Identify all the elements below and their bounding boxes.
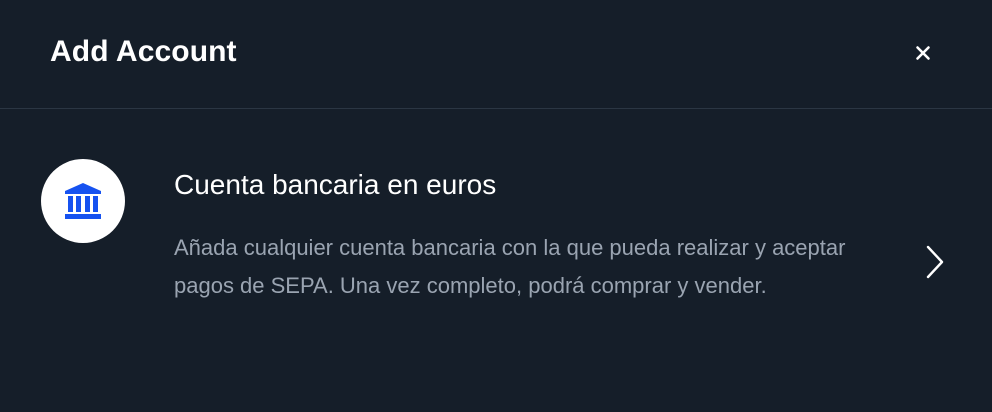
close-button[interactable] <box>906 36 940 70</box>
option-description: Añada cualquier cuenta bancaria con la q… <box>174 235 846 298</box>
euro-bank-account-option[interactable]: Cuenta bancaria en euros Añada cualquier… <box>0 140 992 360</box>
header-divider <box>0 108 992 109</box>
chevron-right-icon <box>924 244 946 280</box>
close-icon <box>916 46 930 60</box>
add-account-modal: Add Account Cuenta bancaria en euros Aña… <box>0 0 992 412</box>
bank-icon-badge <box>41 159 125 243</box>
modal-header: Add Account <box>0 0 992 108</box>
modal-title: Add Account <box>50 35 237 68</box>
bank-icon <box>65 183 101 219</box>
option-title: Cuenta bancaria en euros <box>174 169 497 200</box>
